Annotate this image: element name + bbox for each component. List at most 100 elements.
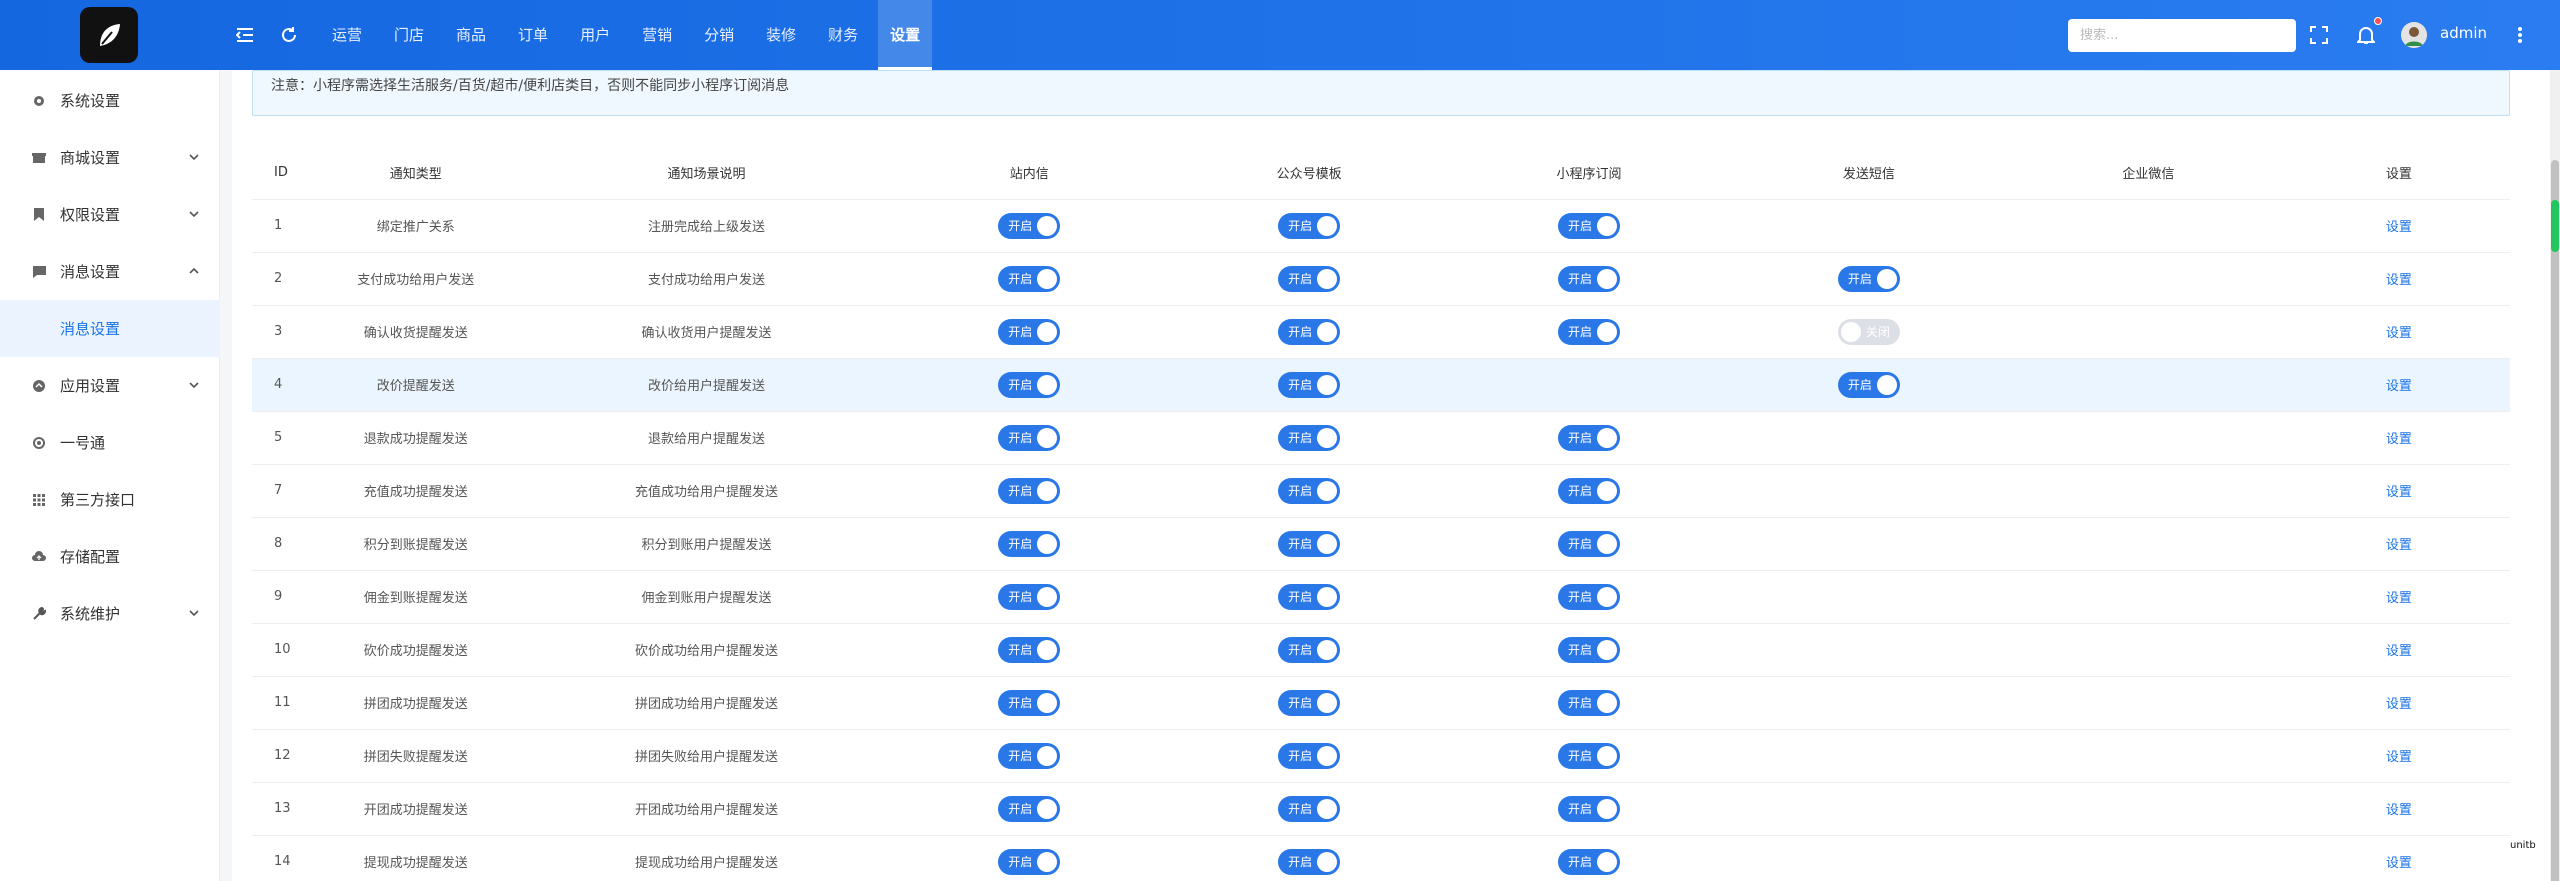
nav-item[interactable]: 用户: [568, 0, 622, 70]
nav-item[interactable]: 订单: [506, 0, 560, 70]
toggle-label: 开启: [1568, 536, 1593, 551]
sidebar-item[interactable]: 第三方接口: [0, 471, 220, 528]
cell-action: 设置: [2287, 570, 2510, 624]
settings-link[interactable]: 设置: [2386, 803, 2412, 818]
app-logo[interactable]: [80, 7, 138, 63]
settings-link[interactable]: 设置: [2386, 485, 2412, 500]
toggle-switch[interactable]: 开启: [998, 742, 1061, 769]
settings-link[interactable]: 设置: [2386, 273, 2412, 288]
toggle-knob: [1037, 745, 1058, 766]
sidebar-item[interactable]: 系统设置: [0, 72, 220, 129]
sidebar-item[interactable]: 一号通: [0, 414, 220, 471]
avatar[interactable]: [2401, 22, 2427, 48]
toggle-label: 开启: [1008, 854, 1033, 869]
cell-mini: 开启: [1449, 199, 1729, 253]
sidebar-item[interactable]: 权限设置: [0, 186, 220, 243]
menu-collapse-icon[interactable]: [232, 22, 258, 48]
toggle-switch[interactable]: 开启: [998, 636, 1061, 663]
toggle-switch[interactable]: 开启: [1558, 636, 1621, 663]
toggle-switch[interactable]: 开启: [1558, 265, 1621, 292]
toggle-switch[interactable]: 开启: [1278, 795, 1341, 822]
toggle-knob: [1317, 692, 1338, 713]
scrollbar-thumb[interactable]: [2551, 160, 2559, 881]
settings-link[interactable]: 设置: [2386, 220, 2412, 235]
cell-type: 支付成功给用户发送: [307, 252, 524, 306]
toggle-switch[interactable]: 开启: [1278, 636, 1341, 663]
sidebar-item[interactable]: 消息设置: [0, 243, 220, 300]
toggle-switch[interactable]: 开启: [1558, 477, 1621, 504]
toggle-switch[interactable]: 开启: [1837, 265, 1900, 292]
toggle-switch[interactable]: 开启: [1278, 848, 1341, 875]
search-input[interactable]: [2068, 19, 2296, 52]
nav-item[interactable]: 装修: [754, 0, 808, 70]
toggle-switch[interactable]: 开启: [1837, 371, 1900, 398]
bell-icon[interactable]: [2353, 22, 2379, 48]
toggle-knob: [1037, 374, 1058, 395]
nav-item[interactable]: 运营: [320, 0, 374, 70]
toggle-switch[interactable]: 开启: [998, 795, 1061, 822]
cell-work: [2008, 252, 2288, 306]
sidebar-item[interactable]: 应用设置: [0, 357, 220, 414]
nav-item[interactable]: 设置: [878, 0, 933, 70]
toggle-switch[interactable]: 关闭: [1837, 318, 1900, 345]
toggle-switch[interactable]: 开启: [1558, 689, 1621, 716]
toggle-switch[interactable]: 开启: [1278, 689, 1341, 716]
toggle-switch[interactable]: 开启: [1558, 424, 1621, 451]
settings-link[interactable]: 设置: [2386, 591, 2412, 606]
toggle-switch[interactable]: 开启: [1278, 583, 1341, 610]
nav-item[interactable]: 门店: [382, 0, 436, 70]
cell-wechat: 开启: [1169, 411, 1450, 465]
toggle-switch[interactable]: 开启: [1278, 212, 1341, 239]
sidebar-item[interactable]: 存储配置: [0, 528, 220, 585]
toggle-switch[interactable]: 开启: [1278, 530, 1341, 557]
toggle-switch[interactable]: 开启: [998, 689, 1061, 716]
toggle-switch[interactable]: 开启: [998, 371, 1061, 398]
settings-link[interactable]: 设置: [2386, 697, 2412, 712]
sidebar-subitem-message-settings[interactable]: 消息设置: [0, 300, 220, 357]
toggle-knob: [1597, 639, 1618, 660]
settings-link[interactable]: 设置: [2386, 326, 2412, 341]
user-name[interactable]: admin: [2440, 24, 2487, 42]
cloud-icon: [30, 548, 48, 566]
toggle-switch[interactable]: 开启: [1278, 477, 1341, 504]
nav-item[interactable]: 分销: [692, 0, 746, 70]
toggle-switch[interactable]: 开启: [1558, 212, 1621, 239]
toggle-switch[interactable]: 开启: [1278, 742, 1341, 769]
settings-link[interactable]: 设置: [2386, 432, 2412, 447]
toggle-switch[interactable]: 开启: [1558, 742, 1621, 769]
more-icon[interactable]: [2507, 22, 2533, 48]
toggle-label: 开启: [1008, 589, 1033, 604]
toggle-switch[interactable]: 开启: [998, 212, 1061, 239]
toggle-switch[interactable]: 开启: [1558, 848, 1621, 875]
toggle-switch[interactable]: 开启: [998, 477, 1061, 504]
nav-item[interactable]: 财务: [816, 0, 870, 70]
refresh-icon[interactable]: [276, 22, 302, 48]
toggle-switch[interactable]: 开启: [998, 265, 1061, 292]
nav-item[interactable]: 营销: [630, 0, 684, 70]
toggle-switch[interactable]: 开启: [1278, 424, 1341, 451]
nav-item[interactable]: 商品: [444, 0, 498, 70]
toggle-switch[interactable]: 开启: [1558, 530, 1621, 557]
toggle-switch[interactable]: 开启: [1278, 318, 1341, 345]
toggle-switch[interactable]: 开启: [1558, 318, 1621, 345]
sidebar-item[interactable]: 系统维护: [0, 585, 220, 642]
cell-action: 设置: [2287, 623, 2510, 677]
settings-link[interactable]: 设置: [2386, 538, 2412, 553]
toggle-switch[interactable]: 开启: [1558, 583, 1621, 610]
toggle-switch[interactable]: 开启: [998, 583, 1061, 610]
settings-link[interactable]: 设置: [2386, 750, 2412, 765]
settings-link[interactable]: 设置: [2386, 644, 2412, 659]
toggle-switch[interactable]: 开启: [1278, 371, 1341, 398]
fullscreen-icon[interactable]: [2306, 22, 2332, 48]
cell-mini: 开启: [1449, 517, 1729, 571]
toggle-switch[interactable]: 开启: [998, 318, 1061, 345]
toggle-switch[interactable]: 开启: [1278, 265, 1341, 292]
settings-link[interactable]: 设置: [2386, 856, 2412, 871]
toggle-switch[interactable]: 开启: [998, 848, 1061, 875]
toggle-switch[interactable]: 开启: [998, 424, 1061, 451]
sidebar-item[interactable]: 商城设置: [0, 129, 220, 186]
settings-link[interactable]: 设置: [2386, 379, 2412, 394]
toggle-switch[interactable]: 开启: [1558, 795, 1621, 822]
toggle-switch[interactable]: 开启: [998, 530, 1061, 557]
toggle-label: 开启: [1568, 642, 1593, 657]
